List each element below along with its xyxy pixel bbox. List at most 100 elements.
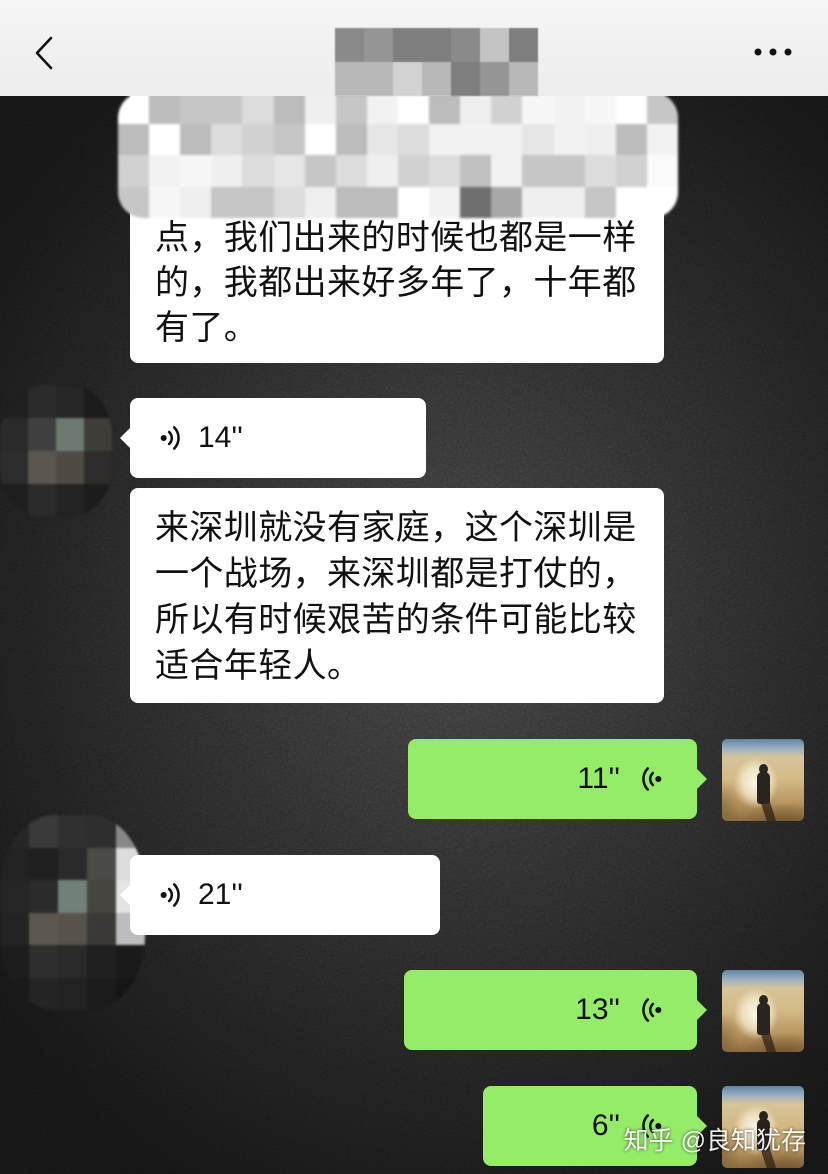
mosaic-cell — [56, 484, 84, 517]
chat-title-obscured — [335, 28, 538, 96]
mosaic-cell — [393, 28, 422, 62]
mosaic-cell — [584, 123, 617, 156]
mosaic-cell — [553, 123, 586, 156]
mosaic-cell — [553, 92, 586, 124]
mosaic-cell — [118, 186, 150, 218]
voice-message-incoming[interactable]: 14'' — [120, 398, 426, 478]
voice-duration: 21'' — [198, 878, 243, 911]
mosaic-cell — [646, 123, 678, 156]
mosaic-cell — [460, 92, 493, 124]
mosaic-cell — [180, 123, 213, 156]
mosaic-cell — [584, 92, 617, 124]
mosaic-cell — [460, 155, 493, 187]
mosaic-cell — [116, 945, 145, 978]
mosaic-cell — [615, 155, 648, 187]
mosaic-cell — [211, 92, 244, 124]
mosaic-cell — [116, 815, 145, 848]
avatar-self[interactable] — [722, 970, 804, 1052]
voice-message-incoming[interactable]: 21'' — [120, 855, 440, 935]
mosaic-cell — [615, 186, 648, 218]
voice-message-outgoing[interactable]: 11'' — [408, 739, 707, 819]
mosaic-cell — [56, 385, 84, 418]
mosaic-cell — [429, 186, 462, 218]
watermark: 知乎 @良知犹存 — [623, 1127, 806, 1155]
mosaic-cell — [304, 186, 337, 218]
back-button[interactable] — [22, 30, 66, 76]
mosaic-cell — [335, 155, 368, 187]
mosaic-cell — [84, 451, 112, 484]
mosaic-cell — [398, 155, 430, 187]
message-line: 所以有时候艰苦的条件可能比较 — [155, 601, 637, 639]
mosaic-cell — [398, 123, 430, 156]
more-button[interactable] — [746, 32, 800, 72]
mosaic-cell — [149, 123, 182, 156]
mosaic-cell — [273, 92, 306, 124]
mosaic-cell — [422, 62, 451, 96]
voice-duration: 11'' — [577, 762, 620, 795]
message-text: 来深圳就没有家庭，这个深圳是 一个战场，来深圳都是打仗的， 所以有时候艰苦的条件… — [155, 505, 637, 689]
mosaic-cell — [242, 92, 275, 124]
mosaic-cell — [242, 155, 275, 187]
mosaic-cell — [304, 123, 337, 156]
mosaic-cell — [87, 977, 116, 1010]
avatar-photo-figure — [757, 1003, 770, 1035]
mosaic-cell — [491, 123, 524, 156]
mosaic-cell — [149, 186, 182, 218]
text-message-incoming[interactable]: 来深圳就没有家庭，这个深圳是 一个战场，来深圳都是打仗的， 所以有时候艰苦的条件… — [130, 488, 664, 703]
avatar-contact[interactable] — [0, 815, 145, 1010]
mosaic-cell — [118, 92, 150, 124]
mosaic-cell — [460, 186, 493, 218]
mosaic-cell — [58, 912, 87, 946]
mosaic-cell — [0, 451, 28, 484]
mosaic-cell — [29, 977, 58, 1010]
mosaic-cell — [118, 123, 150, 156]
mosaic-cell — [84, 385, 112, 418]
mosaic-cell — [460, 123, 493, 156]
message-line: 有了。 — [155, 309, 259, 347]
mosaic-cell — [58, 815, 87, 848]
mosaic-cell — [87, 945, 116, 978]
voice-duration: 6'' — [591, 1109, 620, 1142]
mosaic-cell — [429, 155, 462, 187]
voice-icon — [642, 767, 662, 791]
mosaic-cell — [0, 484, 28, 517]
mosaic-cell — [335, 92, 368, 124]
mosaic-cell — [646, 155, 678, 187]
mosaic-cell — [29, 880, 58, 913]
mosaic-cell — [522, 186, 555, 218]
message-line: 的，我都出来好多年了，十年都 — [155, 264, 637, 302]
avatar-photo-figure — [757, 772, 770, 804]
mosaic-cell — [335, 28, 364, 62]
mosaic-cell — [87, 815, 116, 848]
mosaic-cell — [522, 92, 555, 124]
voice-icon — [642, 998, 662, 1022]
avatar-photo-figure-head — [759, 1111, 768, 1121]
avatar-self[interactable] — [722, 739, 804, 821]
mosaic-cell — [0, 912, 29, 946]
mosaic-cell — [480, 28, 509, 62]
voice-icon — [160, 426, 180, 450]
mosaic-cell — [491, 92, 524, 124]
message-text: 点，我们出来的时候也都是一样 的，我都出来好多年了，十年都 有了。 — [155, 216, 637, 351]
avatar-contact[interactable] — [0, 385, 112, 517]
message-line: 来深圳就没有家庭，这个深圳是 — [155, 509, 637, 547]
mosaic-cell — [211, 186, 244, 218]
mosaic-cell — [422, 28, 451, 62]
mosaic-cell — [429, 123, 462, 156]
mosaic-cell — [429, 92, 462, 124]
mosaic-cell — [451, 62, 480, 96]
mosaic-cell — [522, 155, 555, 187]
mosaic-cell — [29, 815, 58, 848]
message-line: 点，我们出来的时候也都是一样 — [155, 219, 637, 257]
mosaic-cell — [58, 945, 87, 978]
mosaic-cell — [87, 880, 116, 913]
mosaic-cell — [118, 155, 150, 187]
mosaic-cell — [84, 484, 112, 517]
mosaic-cell — [398, 186, 430, 218]
mosaic-cell — [180, 186, 213, 218]
voice-message-outgoing[interactable]: 13'' — [404, 970, 707, 1050]
mosaic-cell — [0, 977, 29, 1010]
mosaic-cell — [273, 186, 306, 218]
mosaic-cell — [509, 62, 538, 96]
mosaic-cell — [304, 155, 337, 187]
